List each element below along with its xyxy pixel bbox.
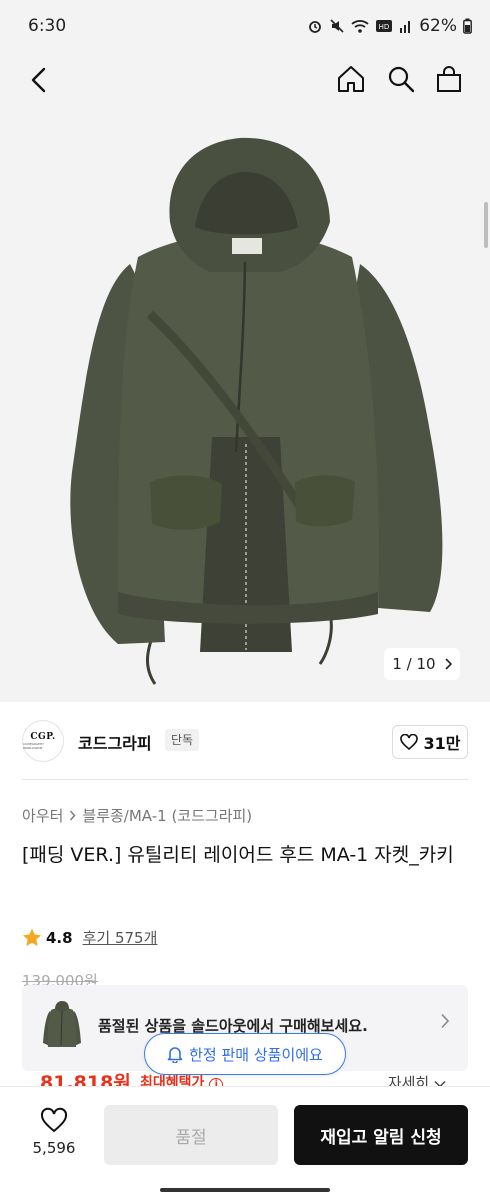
star-icon [23, 928, 41, 946]
chevron-right-icon [445, 658, 452, 670]
hd-voice-icon: HD [376, 20, 393, 32]
divider [22, 779, 468, 780]
bell-icon [167, 1047, 183, 1063]
brand-row: CGP. CODEGRAPHY WORLDWIDE 코드그라피 단독 31만 [0, 702, 490, 780]
brand-logo-text: CGP. [30, 732, 56, 742]
chevron-right-icon [70, 810, 76, 821]
battery-icon [463, 18, 472, 34]
rating-row: 4.8 후기 575개 [22, 927, 157, 948]
brand-logo[interactable]: CGP. CODEGRAPHY WORLDWIDE [22, 720, 64, 762]
wishlist-heart-icon[interactable] [40, 1107, 68, 1133]
exclusive-badge: 단독 [165, 729, 200, 751]
status-bar: 6:30 HD 62% [0, 0, 490, 52]
wishlist-count: 5,596 [32, 1139, 76, 1157]
limited-sale-pill[interactable]: 한정 판매 상품이에요 [144, 1033, 346, 1075]
image-scroll-indicator [484, 202, 488, 248]
status-icons: HD 62% [307, 14, 472, 38]
brand-logo-subtext: CODEGRAPHY WORLDWIDE [23, 742, 44, 750]
breadcrumb-subcategory[interactable]: 블루종/MA-1 (코드그라피) [82, 805, 252, 826]
product-image[interactable] [0, 52, 490, 702]
image-counter-text: 1 / 10 [392, 655, 436, 673]
breadcrumb-category[interactable]: 아우터 [22, 805, 63, 826]
breadcrumb: 아우터 블루종/MA-1 (코드그라피) [22, 805, 252, 826]
image-counter[interactable]: 1 / 10 [384, 648, 460, 680]
product-title: [패딩 VER.] 유틸리티 레이어드 후드 MA-1 자켓_카키 [22, 844, 454, 866]
brand-like-count: 31만 [423, 734, 461, 753]
soldout-button[interactable]: 품절 [104, 1105, 278, 1165]
brand-name[interactable]: 코드그라피 [78, 730, 152, 754]
restock-alert-button[interactable]: 재입고 알림 신청 [294, 1105, 468, 1165]
banner-jacket-thumbnail [43, 1001, 81, 1047]
top-navigation [0, 52, 490, 108]
heart-icon [399, 734, 418, 750]
wifi-icon [351, 20, 369, 33]
brand-like-button[interactable]: 31만 [392, 725, 468, 759]
bottom-action-bar: 5,596 품절 재입고 알림 신청 [0, 1086, 490, 1170]
system-nav-bar [0, 1170, 490, 1200]
chevron-right-icon [441, 1013, 450, 1029]
svg-text:HD: HD [379, 23, 390, 31]
home-indicator[interactable] [160, 1188, 330, 1192]
back-icon[interactable] [28, 66, 50, 94]
limited-sale-text: 한정 판매 상품이에요 [189, 1045, 323, 1064]
mute-icon [330, 19, 344, 33]
search-icon[interactable] [386, 64, 416, 94]
jacket-image [70, 137, 443, 685]
status-time: 6:30 [28, 16, 67, 36]
cart-icon[interactable] [434, 64, 464, 94]
rating-value: 4.8 [46, 928, 73, 947]
battery-percent: 62% [419, 16, 457, 36]
review-count-link[interactable]: 후기 575개 [83, 927, 158, 948]
signal-icon [400, 21, 411, 33]
home-icon[interactable] [336, 64, 366, 94]
alarm-icon [309, 21, 322, 33]
